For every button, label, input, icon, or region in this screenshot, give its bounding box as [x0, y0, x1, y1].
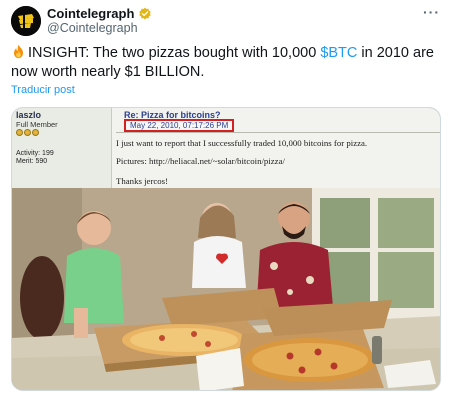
- tweet-text: INSIGHT: The two pizzas bought with 10,0…: [11, 44, 441, 82]
- fire-emoji-icon: [11, 44, 26, 59]
- forum-activity: Activity: 199: [16, 150, 54, 157]
- handle[interactable]: @Cointelegraph: [47, 21, 138, 35]
- forum-post-line: I just want to report that I successfull…: [116, 138, 368, 148]
- tweet-media[interactable]: laszlo Full Member Activity: 199 Merit: …: [11, 107, 441, 391]
- avatar[interactable]: [11, 6, 41, 36]
- name-row: Cointelegraph: [47, 6, 152, 21]
- forum-post-date: May 22, 2010, 07:17:26 PM: [124, 119, 235, 132]
- tweet-card[interactable]: Cointelegraph @Cointelegraph ··· INSIGHT…: [0, 0, 450, 400]
- tweet-text-start: INSIGHT: The two pizzas bought with 10,0…: [28, 45, 321, 61]
- translate-link[interactable]: Traducir post: [11, 84, 75, 96]
- forum-post-thanks: Thanks jercos!: [116, 176, 169, 186]
- cointelegraph-logo-icon: [11, 6, 41, 36]
- forum-rank: Full Member: [16, 120, 58, 129]
- forum-post-pictures: Pictures: http://heliacal.net/~solar/bit…: [116, 156, 285, 166]
- more-options-icon[interactable]: ···: [423, 4, 440, 20]
- rank-coins-icon: [16, 129, 39, 136]
- verified-badge-icon: [138, 7, 152, 21]
- pizza-photo: [12, 188, 440, 390]
- forum-merit: Merit: 590: [16, 158, 48, 165]
- pictures-label: Pictures:: [116, 156, 147, 166]
- divider: [116, 132, 440, 133]
- forum-screenshot: laszlo Full Member Activity: 199 Merit: …: [12, 108, 440, 188]
- cashtag-link[interactable]: $BTC: [320, 45, 357, 61]
- forum-user-panel: laszlo Full Member Activity: 199 Merit: …: [12, 108, 112, 188]
- forum-stats: Activity: 199 Merit: 590: [16, 150, 54, 166]
- display-name[interactable]: Cointelegraph: [47, 6, 134, 21]
- pictures-url: http://heliacal.net/~solar/bitcoin/pizza…: [149, 156, 285, 166]
- forum-username: laszlo: [16, 110, 42, 120]
